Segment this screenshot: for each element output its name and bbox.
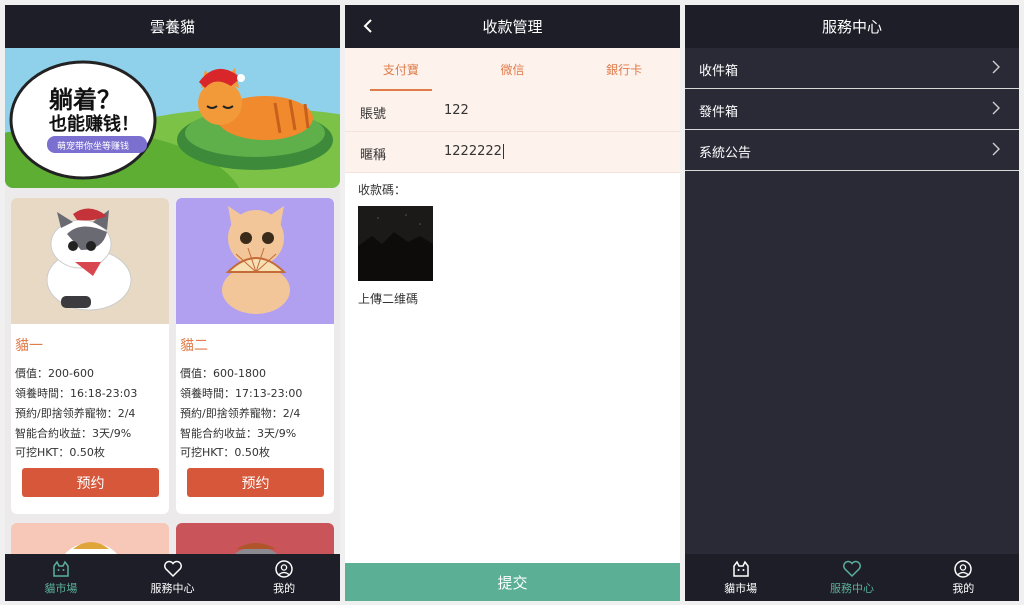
payment-method-tabs: 支付寶 微信 銀行卡 <box>345 48 680 91</box>
tab-label: 貓市場 <box>44 581 78 595</box>
menu-item-label: 系統公告 <box>699 146 752 161</box>
market-screen: 雲養貓 躺着？ 也能赚钱！ 萌宠带你坐等赚钱 貓一 價值：200-600 領養時… <box>5 5 340 601</box>
user-icon <box>954 559 973 578</box>
account-input[interactable]: 122 <box>444 103 469 118</box>
user-icon <box>275 559 293 578</box>
reserve-button[interactable]: 预约 <box>187 468 324 497</box>
cat-value: 價值：200-600 <box>15 367 94 380</box>
heart-icon <box>163 560 182 577</box>
payment-screen: 收款管理 支付寶 微信 銀行卡 賬號 122 暱稱 1222222 收款碼： 上… <box>345 5 680 601</box>
cat-icon <box>732 560 749 577</box>
heart-icon <box>843 560 861 577</box>
menu-item-label: 發件箱 <box>699 105 739 120</box>
tab-service-center[interactable]: 服務中心 <box>796 554 907 601</box>
banner-headline-2: 也能赚钱！ <box>49 114 139 135</box>
cat-value: 價值：600-1800 <box>180 367 266 380</box>
cat-adopt-time: 領養時間：17:13-23:00 <box>180 387 303 400</box>
tab-cat-market[interactable]: 貓市場 <box>685 554 796 601</box>
account-row: 賬號 122 <box>345 91 680 132</box>
nickname-label: 暱稱 <box>360 148 387 163</box>
market-header: 雲養貓 <box>5 5 340 48</box>
tab-label: 我的 <box>273 581 296 595</box>
tab-service-center[interactable]: 服務中心 <box>117 554 229 601</box>
cat-card: 貓一 價值：200-600 領養時間：16:18-23:03 預約/即捨领养寵物… <box>11 198 169 514</box>
nickname-row: 暱稱 1222222 <box>345 132 680 173</box>
page-title: 收款管理 <box>482 18 543 36</box>
tab-alipay[interactable]: 支付寶 <box>345 48 457 91</box>
cat-name: 貓一 <box>15 338 43 354</box>
tab-label: 貓市場 <box>724 581 758 595</box>
tab-label: 我的 <box>952 581 975 595</box>
cat-mine: 可挖HKT：0.50枚 <box>15 446 105 459</box>
cat-image <box>176 198 334 324</box>
submit-button[interactable]: 提交 <box>345 563 680 601</box>
tab-label: 服務中心 <box>829 581 874 595</box>
cat-contract: 智能合約收益：3天/9% <box>180 427 297 440</box>
bottom-tabbar: 貓市場 服務中心 我的 <box>685 554 1019 601</box>
chevron-right-icon <box>992 142 1000 156</box>
tab-mine[interactable]: 我的 <box>908 554 1019 601</box>
chevron-left-icon <box>363 19 372 33</box>
tab-mine[interactable]: 我的 <box>228 554 340 601</box>
back-button[interactable] <box>359 16 377 36</box>
tab-bank-card[interactable]: 銀行卡 <box>568 48 680 91</box>
page-title: 服務中心 <box>821 18 882 36</box>
qr-code-image[interactable] <box>358 206 433 281</box>
service-screen: 服務中心 收件箱 發件箱 系統公告 貓市場 服務中心 我的 <box>685 5 1019 601</box>
account-label: 賬號 <box>360 107 387 122</box>
menu-item-announcements[interactable]: 系統公告 <box>685 130 1019 171</box>
payment-header: 收款管理 <box>345 5 680 48</box>
cat-name: 貓二 <box>180 338 208 354</box>
bottom-tabbar: 貓市場 服務中心 我的 <box>5 554 340 601</box>
chevron-right-icon <box>992 101 1000 115</box>
menu-item-label: 收件箱 <box>699 64 739 79</box>
chevron-right-icon <box>992 60 1000 74</box>
menu-item-inbox[interactable]: 收件箱 <box>685 48 1019 89</box>
nickname-input[interactable]: 1222222 <box>444 144 504 159</box>
tab-wechat[interactable]: 微信 <box>457 48 569 91</box>
tab-label: 服務中心 <box>150 581 195 595</box>
cat-contract: 智能合約收益：3天/9% <box>15 427 132 440</box>
qr-code-label: 收款碼： <box>358 183 407 197</box>
cat-mine: 可挖HKT：0.50枚 <box>180 446 270 459</box>
page-title: 雲養貓 <box>149 18 195 36</box>
cat-reserve: 預約/即捨领养寵物：2/4 <box>180 407 301 420</box>
tab-cat-market[interactable]: 貓市場 <box>5 554 117 601</box>
cat-image <box>11 198 169 324</box>
upload-qr-link[interactable]: 上傳二维碼 <box>358 290 418 307</box>
cat-reserve: 預約/即捨领养寵物：2/4 <box>15 407 136 420</box>
reserve-button[interactable]: 预约 <box>22 468 159 497</box>
banner-subline: 萌宠带你坐等赚钱 <box>57 142 130 152</box>
cat-icon <box>53 560 69 577</box>
cat-adopt-time: 領養時間：16:18-23:03 <box>15 387 138 400</box>
service-header: 服務中心 <box>685 5 1019 48</box>
cat-card: 貓二 價值：600-1800 領養時間：17:13-23:00 預約/即捨领养寵… <box>176 198 334 514</box>
menu-item-outbox[interactable]: 發件箱 <box>685 89 1019 130</box>
promo-banner[interactable]: 躺着？ 也能赚钱！ 萌宠带你坐等赚钱 <box>5 48 340 188</box>
